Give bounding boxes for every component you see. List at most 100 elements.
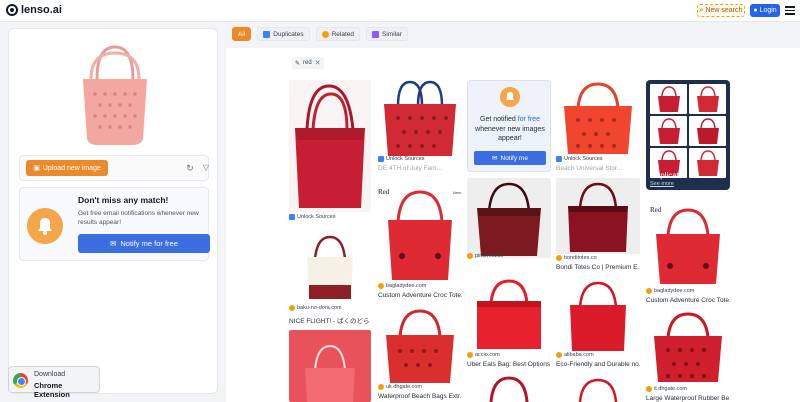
hamburger-menu-icon[interactable] [785,6,795,15]
tab-duplicates[interactable]: Duplicates [257,27,310,41]
refresh-icon[interactable]: ↻ [184,162,196,174]
result-source-text: bagladydee.com [654,288,695,294]
result-card[interactable] [556,376,640,402]
login-button[interactable]: ● Login [750,4,780,17]
result-card[interactable]: pinterest.se [467,178,551,270]
result-card[interactable]: Red New bagladydee.com Custom Adventure … [378,182,462,302]
duplicate-thumb [650,84,687,114]
result-source-text: uk.dhgate.com [386,384,423,390]
result-source[interactable]: bonditotes.co [556,255,597,261]
result-title: Beach Universal Stor... [556,165,623,172]
upload-label: Upload new image [42,164,101,172]
result-title: Custom Adventure Croc Tote... [378,292,462,299]
duplicates-card[interactable]: Duplicates See more → [646,80,730,190]
query-panel: ▣ Upload new image ↻ ▽ Don't miss any ma… [8,28,218,394]
new-badge: New [453,190,462,195]
result-card[interactable]: Red bagladydee.com Custom Adventure Croc… [646,202,730,306]
arrow-right-icon[interactable]: → [716,171,725,181]
result-card[interactable] [289,330,371,402]
login-label: Login [759,7,777,14]
tab-all[interactable]: All [232,27,252,41]
similar-icon [372,30,379,38]
upload-new-image-button[interactable]: ▣ Upload new image [26,160,108,176]
notify-me-button[interactable]: ✉ Notify me [474,151,546,165]
duplicate-thumb [689,84,726,114]
tab-all-label: All [238,30,246,38]
related-source-icon [378,384,384,390]
duplicates-title: Duplicates [650,171,688,180]
result-image [378,307,462,383]
result-source[interactable]: Unlock Sources [289,214,336,220]
result-source[interactable]: baku-no-dora.com [289,305,342,311]
result-image [556,178,640,254]
bell-icon [27,208,63,244]
related-icon [321,30,329,38]
result-source-text: it.dhgate.com [654,386,688,392]
result-tabs: All Duplicates Related Similar [232,27,408,41]
result-card[interactable]: it.dhgate.com Large Waterproof Rubber Be… [646,310,730,402]
image-upload-icon: ▣ [33,165,40,172]
lenso-logo-icon [6,4,18,16]
promo-text-highlight: for free [517,116,540,123]
chrome-icon [13,373,28,388]
result-card[interactable]: Unlock Sources [289,80,371,228]
result-source[interactable]: bagladydee.com [378,283,426,289]
result-title: Large Waterproof Rubber Be... [646,395,730,402]
close-icon[interactable]: ✕ [315,59,321,67]
red-label: Red [650,206,662,214]
result-image [556,80,640,156]
new-search-button[interactable]: ⌕ New search [697,4,745,17]
result-card[interactable]: Unlock Sources Beach Universal Stor... [556,80,640,174]
notify-text: Get free email notifications whenever ne… [78,210,199,226]
tab-similar[interactable]: Similar [366,27,408,41]
result-source[interactable]: alibaba.com [556,352,594,358]
lock-icon [556,156,562,162]
related-source-icon [289,305,295,311]
top-bar: lenso.ai ⌕ New search ● Login [0,0,800,22]
result-source-text: accio.com [475,352,500,358]
tab-duplicates-label: Duplicates [273,30,304,38]
result-image [378,182,462,282]
result-source-text: Unlock Sources [386,156,425,162]
result-source[interactable]: Unlock Sources [378,156,425,162]
result-card[interactable]: alibaba.com Eco-Friendly and Durable no.… [556,277,640,372]
result-title: NICE FLIGHT! - ばくのどら - P... [289,318,371,325]
result-title: Eco-Friendly and Durable no... [556,361,640,368]
new-search-label: New search [705,7,743,14]
bell-icon [500,87,520,107]
notify-title: Don't miss any match! [78,195,169,205]
result-source[interactable]: Unlock Sources [556,156,603,162]
result-card[interactable]: accio.com Uber Eats Bag: Best Options ..… [467,275,551,370]
related-source-icon [646,288,652,294]
related-source-icon [556,255,562,261]
result-source[interactable]: bagladydee.com [646,288,694,294]
see-more-link[interactable]: See more [650,181,674,187]
result-card[interactable] [467,374,551,402]
chip-text: red [303,60,312,66]
result-card[interactable]: Unlock Sources DE 4TH of July Fam... [378,80,462,174]
red-label: Red [378,188,390,196]
filter-icon[interactable]: ▽ [200,162,212,174]
pencil-icon[interactable]: ✎ [295,60,300,67]
promo-text: Get notified for free whenever new image… [472,115,548,144]
result-title: DE 4TH of July Fam... [378,165,442,172]
result-source[interactable]: uk.dhgate.com [378,384,422,390]
related-source-icon [467,352,473,358]
duplicate-thumb [650,116,687,146]
result-image [467,178,551,258]
tab-related[interactable]: Related [315,27,360,41]
result-card[interactable]: uk.dhgate.com Waterproof Beach Bags Extr… [378,307,462,402]
logo-text: lenso.ai [21,4,62,16]
chrome-extension-banner[interactable]: Download Chrome Extension [8,366,100,399]
result-card[interactable]: bonditotes.co Bondi Totes Co | Premium E… [556,178,640,272]
result-source[interactable]: pinterest.se [467,253,503,259]
result-source[interactable]: accio.com [467,352,500,358]
result-source-text: baku-no-dora.com [297,305,342,311]
promo-text-1: Get notified [480,116,516,123]
result-card[interactable]: baku-no-dora.com NICE FLIGHT! - ばくのどら - … [289,233,371,325]
logo[interactable]: lenso.ai [6,4,62,16]
result-source[interactable]: it.dhgate.com [646,386,687,392]
notify-card: Don't miss any match! Get free email not… [19,187,210,261]
notify-me-for-free-button[interactable]: ✉ Notify me for free [78,234,210,253]
lock-icon [289,214,295,220]
